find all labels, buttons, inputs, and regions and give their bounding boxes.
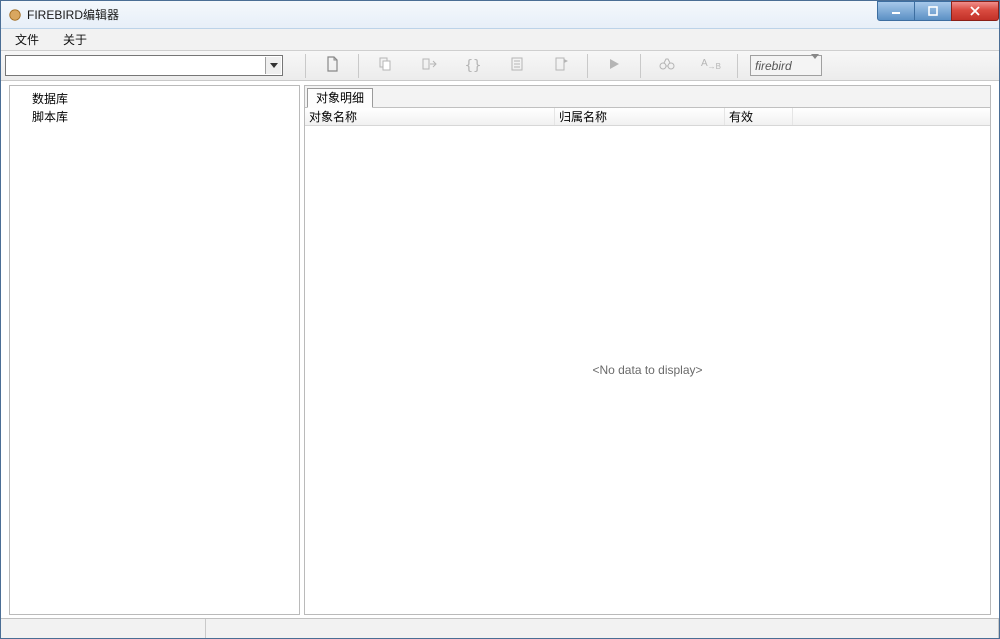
copy-document-button[interactable] — [363, 53, 407, 79]
find-replace-button[interactable]: A→B — [689, 53, 733, 79]
main-panel: 对象明细 对象名称 归属名称 有效 <No data to display> — [304, 85, 991, 615]
play-icon — [608, 58, 620, 73]
column-header-valid[interactable]: 有效 — [725, 108, 793, 125]
chevron-down-icon[interactable] — [265, 57, 281, 74]
column-header-label: 对象名称 — [309, 108, 357, 125]
grid-header: 对象名称 归属名称 有效 — [305, 108, 990, 126]
toolbar-separator — [305, 54, 306, 78]
tab-label: 对象明细 — [316, 91, 364, 105]
toolbar: {} A→B firebird — [1, 51, 999, 81]
chevron-down-icon — [811, 59, 819, 73]
tree-item-label: 脚本库 — [32, 110, 68, 124]
statusbar — [1, 618, 999, 638]
tabstrip: 对象明细 — [305, 86, 990, 108]
sidebar-tree[interactable]: 数据库 脚本库 — [9, 85, 300, 615]
binoculars-icon — [659, 57, 675, 74]
copy-document-icon — [377, 56, 393, 75]
toolbar-separator — [358, 54, 359, 78]
titlebar[interactable]: FIREBIRD编辑器 — [1, 1, 999, 29]
app-window: FIREBIRD编辑器 文件 关于 — [0, 0, 1000, 639]
db-type-combo-value: firebird — [755, 59, 792, 73]
braces-button[interactable]: {} — [451, 53, 495, 79]
app-icon — [7, 7, 23, 23]
tree-item-database[interactable]: 数据库 — [12, 90, 297, 108]
statusbar-cell — [1, 619, 206, 638]
window-controls — [878, 1, 999, 21]
flagged-document-icon — [553, 56, 569, 75]
tree-item-label: 数据库 — [32, 92, 68, 106]
column-header-label: 有效 — [729, 108, 753, 125]
column-header-label: 归属名称 — [559, 108, 607, 125]
empty-state-text: <No data to display> — [305, 363, 990, 377]
run-button[interactable] — [592, 53, 636, 79]
find-replace-icon: A→B — [701, 60, 721, 71]
column-header-name[interactable]: 对象名称 — [305, 108, 555, 125]
flagged-document-button[interactable] — [539, 53, 583, 79]
tab-object-details[interactable]: 对象明细 — [307, 88, 373, 108]
grid-body[interactable]: <No data to display> — [305, 126, 990, 614]
braces-icon: {} — [465, 59, 482, 73]
find-button[interactable] — [645, 53, 689, 79]
export-right-icon — [421, 56, 437, 75]
toolbar-separator — [737, 54, 738, 78]
maximize-button[interactable] — [914, 1, 952, 21]
list-document-icon — [509, 56, 525, 75]
db-type-combo[interactable]: firebird — [750, 55, 822, 76]
new-document-icon — [324, 56, 340, 75]
close-button[interactable] — [951, 1, 999, 21]
minimize-button[interactable] — [877, 1, 915, 21]
new-document-button[interactable] — [310, 53, 354, 79]
toolbar-separator — [640, 54, 641, 78]
list-document-button[interactable] — [495, 53, 539, 79]
database-combo[interactable] — [5, 55, 283, 76]
menu-file[interactable]: 文件 — [11, 29, 43, 50]
body-area: 数据库 脚本库 对象明细 对象名称 归属名称 有效 <No data to di… — [1, 81, 999, 618]
menu-about[interactable]: 关于 — [59, 29, 91, 50]
tree-item-scripts[interactable]: 脚本库 — [12, 108, 297, 126]
menubar: 文件 关于 — [1, 29, 999, 51]
export-button[interactable] — [407, 53, 451, 79]
statusbar-cell — [206, 619, 999, 638]
window-title: FIREBIRD编辑器 — [27, 6, 119, 23]
column-header-owner[interactable]: 归属名称 — [555, 108, 725, 125]
toolbar-separator — [587, 54, 588, 78]
